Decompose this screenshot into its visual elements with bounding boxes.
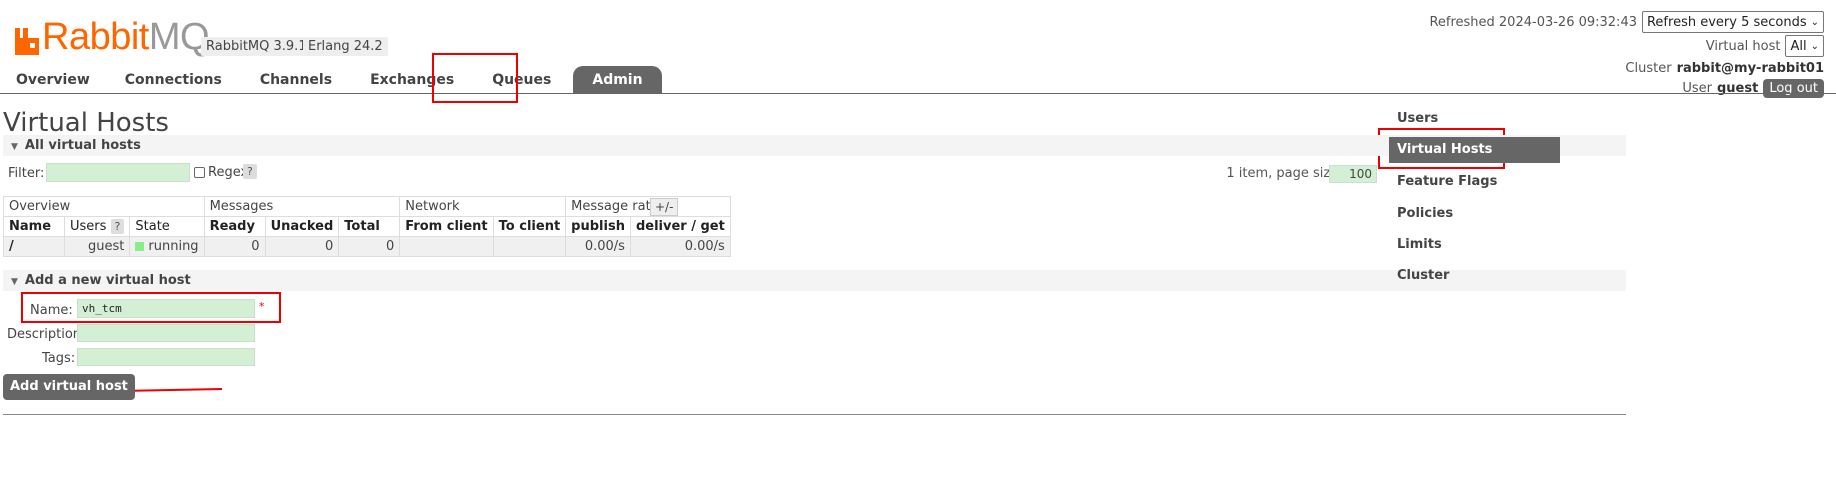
annotation-box-admin	[432, 53, 518, 103]
collapse-triangle-icon: ▼	[11, 142, 18, 152]
vhost-publish-rate: 0.00/s	[565, 236, 631, 257]
col-total[interactable]: Total	[338, 216, 401, 237]
vhost-total: 0	[338, 236, 401, 257]
vhost-state-label: running	[148, 239, 199, 254]
group-message-rates: Message rates	[565, 196, 731, 217]
required-mark: *	[259, 300, 265, 313]
group-network: Network	[399, 196, 567, 217]
logo-wordmark: RabbitMQ	[42, 16, 210, 58]
virtual-host-select[interactable]: All ⌄	[1785, 35, 1824, 57]
logo-text-rabbit: Rabbit	[42, 16, 149, 58]
col-deliver-get[interactable]: deliver / get	[629, 216, 731, 237]
all-vhosts-section-title: All virtual hosts	[24, 138, 141, 153]
rabbitmq-logo[interactable]: RabbitMQ TM	[14, 16, 227, 56]
regex-checkbox[interactable]	[194, 167, 205, 178]
tab-admin[interactable]: Admin	[573, 66, 662, 94]
sidebar-item-users[interactable]: Users	[1397, 111, 1438, 126]
tab-channels[interactable]: Channels	[241, 66, 351, 94]
col-state[interactable]: State	[129, 216, 205, 237]
vhost-users: guest	[63, 236, 131, 257]
vhost-description-input[interactable]	[77, 324, 255, 342]
collapse-triangle-icon: ▼	[11, 277, 18, 287]
vhost-from-client	[399, 236, 494, 257]
cluster-name: rabbit@my-rabbit01	[1676, 60, 1824, 76]
chevron-down-icon: ⌄	[1810, 16, 1819, 28]
rabbitmq-logo-icon	[14, 26, 40, 56]
col-to-client[interactable]: To client	[492, 216, 567, 237]
vhosts-table: Overview Messages Network Message rates …	[3, 196, 731, 257]
logout-button[interactable]: Log out	[1763, 78, 1824, 98]
sidebar-item-virtual-hosts[interactable]: Virtual Hosts	[1389, 137, 1560, 163]
tab-connections[interactable]: Connections	[106, 66, 241, 94]
group-messages: Messages	[203, 196, 401, 217]
table-column-header-row: Name Users ? State Ready Unacked Total F…	[3, 216, 731, 237]
vhost-name-input[interactable]: vh_tcm	[77, 299, 255, 318]
cluster-label: Cluster	[1625, 60, 1672, 76]
all-vhosts-section-header[interactable]: ▼ All virtual hosts	[3, 135, 1626, 156]
vhost-unacked: 0	[264, 236, 340, 257]
sidebar-item-cluster[interactable]: Cluster	[1397, 268, 1449, 283]
vhost-tags-input[interactable]	[77, 348, 255, 366]
virtual-host-value: All	[1790, 38, 1807, 54]
col-users-label: Users	[70, 219, 107, 234]
col-ready[interactable]: Ready	[203, 216, 266, 237]
refresh-interval-value: Refresh every 5 seconds	[1646, 14, 1807, 30]
add-vhost-section-title: Add a new virtual host	[24, 273, 191, 288]
tab-divider	[0, 93, 1836, 94]
virtual-host-label: Virtual host	[1705, 38, 1781, 54]
page-size-input[interactable]: 100	[1329, 165, 1377, 183]
regex-help-button[interactable]: ?	[243, 164, 257, 179]
page-title: Virtual Hosts	[3, 108, 169, 138]
sidebar-item-feature-flags[interactable]: Feature Flags	[1397, 174, 1497, 189]
col-from-client[interactable]: From client	[399, 216, 494, 237]
col-name[interactable]: Name	[3, 216, 65, 237]
table-group-header-row: Overview Messages Network Message rates	[3, 196, 731, 217]
vhost-name-link[interactable]: /	[3, 236, 65, 257]
table-row[interactable]: / guest running 0 0 0 0.00/s 0.00/s	[3, 236, 731, 257]
col-users[interactable]: Users ?	[63, 216, 131, 237]
tags-label: Tags:	[42, 351, 76, 366]
refresh-interval-select[interactable]: Refresh every 5 seconds ⌄	[1641, 11, 1824, 33]
filter-label: Filter:	[8, 166, 45, 181]
refreshed-timestamp: Refreshed 2024-03-26 09:32:43	[1429, 14, 1637, 30]
col-publish[interactable]: publish	[565, 216, 631, 237]
description-label: Description:	[7, 327, 86, 342]
vhost-to-client	[492, 236, 567, 257]
sidebar-item-limits[interactable]: Limits	[1397, 237, 1442, 252]
vhost-state: running	[129, 236, 205, 257]
chevron-down-icon: ⌄	[1810, 40, 1819, 52]
state-running-indicator	[135, 242, 145, 251]
vhost-deliver-get-rate: 0.00/s	[629, 236, 731, 257]
erlang-version-badge: Erlang 24.2	[303, 37, 388, 56]
users-help-button[interactable]: ?	[110, 219, 125, 234]
bottom-divider	[3, 414, 1626, 415]
add-virtual-host-button[interactable]: Add virtual host	[3, 374, 135, 400]
main-nav-tabs: Overview Connections Channels Exchanges …	[0, 66, 662, 94]
col-unacked[interactable]: Unacked	[264, 216, 340, 237]
top-right-panel: Refreshed 2024-03-26 09:32:43 Refresh ev…	[1429, 10, 1824, 98]
filter-input[interactable]	[46, 163, 190, 182]
name-label: Name:	[30, 303, 73, 318]
add-vhost-section-header[interactable]: ▼ Add a new virtual host	[3, 270, 1626, 291]
group-overview: Overview	[3, 196, 205, 217]
column-toggle-button[interactable]: +/-	[650, 198, 679, 216]
vhost-ready: 0	[203, 236, 266, 257]
sidebar-item-policies[interactable]: Policies	[1397, 206, 1453, 221]
tab-overview[interactable]: Overview	[0, 66, 106, 94]
